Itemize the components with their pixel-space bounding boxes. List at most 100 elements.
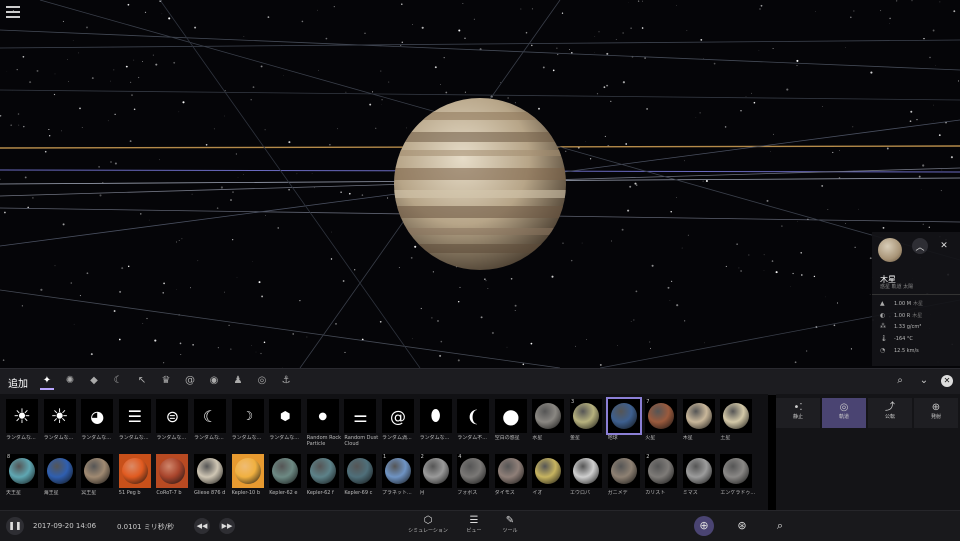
object-subtitle: 惑星 軌道 太陽 (880, 283, 913, 290)
chevron-up-icon[interactable]: ︿ (912, 238, 928, 254)
rewind-button[interactable]: ◀◀ (194, 518, 210, 534)
object-tile[interactable]: 51 Peg b (119, 454, 151, 498)
people-icon[interactable]: ♟ (231, 374, 245, 388)
tab-tools[interactable]: ✎ツール (490, 515, 530, 534)
stat-density[interactable]: ⁂1.33 g/cm³ (880, 324, 921, 330)
blob-icon: ⬮ (431, 406, 441, 426)
tile-thumbnail: 2 (420, 454, 452, 488)
object-tile[interactable]: Kepler-62 f (307, 454, 339, 498)
object-tile[interactable]: ●Random Rock Particle (307, 399, 339, 443)
jupiter-planet[interactable] (390, 98, 570, 270)
sparkle-icon[interactable]: ✦ (40, 374, 54, 390)
object-tile[interactable]: ダイモス (495, 454, 527, 498)
object-tile[interactable]: Kepler-62 e (269, 454, 301, 498)
galaxy-icon[interactable]: @ (183, 374, 197, 388)
object-tile[interactable]: Gliese 876 d (194, 454, 226, 498)
wand-icon[interactable]: ↖ (135, 374, 149, 388)
object-tile[interactable]: イオ (532, 454, 564, 498)
close-panel-icon[interactable]: ✕ (941, 375, 953, 387)
target-icon[interactable]: ◎ (255, 374, 269, 388)
search-icon[interactable]: ⌕ (893, 374, 907, 388)
tile-thumbnail: ⊜ (156, 399, 188, 433)
tile-thumbnail: ⬢ (269, 399, 301, 433)
object-tile[interactable]: ❨ランダム不... (457, 399, 489, 443)
object-tile[interactable]: ☾ランダムな... (194, 399, 226, 443)
tile-thumbnail (495, 454, 527, 488)
space-viewport[interactable] (0, 0, 960, 368)
object-tile[interactable]: 3金星 (570, 399, 602, 443)
object-tile[interactable]: ⚌Random Dust Cloud (344, 399, 376, 443)
close-icon[interactable]: ✕ (936, 238, 952, 254)
tile-thumbnail (570, 454, 602, 488)
planet-icon (611, 458, 637, 484)
object-tile[interactable]: ●空白の惑星 (495, 399, 527, 443)
object-tile[interactable]: ⊜ランダムな... (156, 399, 188, 443)
moon-icon[interactable]: ☾ (111, 374, 125, 388)
dot-icon: ● (318, 411, 327, 422)
mode-launch[interactable]: ⊕発射 (914, 398, 958, 428)
object-tile[interactable]: 海王星 (44, 454, 76, 498)
jupiter-thumbnail[interactable] (878, 238, 902, 262)
object-tile[interactable]: ☀ランダムな... (44, 399, 76, 443)
tile-label: イオ (532, 490, 568, 496)
object-tile[interactable]: 8天王星 (6, 454, 38, 498)
focus-icon[interactable]: ⊛ (732, 516, 752, 536)
object-tile[interactable]: エンケラドゥ... (720, 454, 752, 498)
object-tile[interactable]: 2カリスト (645, 454, 677, 498)
hamburger-menu-icon[interactable] (6, 6, 20, 18)
fast-forward-button[interactable]: ▶▶ (219, 518, 235, 534)
tile-thumbnail: 8 (6, 454, 38, 488)
stat-temperature[interactable]: 🌡-164 °C (880, 336, 913, 342)
object-tile[interactable]: ⬮ランダムな... (420, 399, 452, 443)
planet-icon (460, 458, 486, 484)
object-tile[interactable]: ☀ランダムな... (6, 399, 38, 443)
sim-speed[interactable]: 0.0101 ミリ秒/秒 (117, 522, 174, 532)
search-icon[interactable]: ⌕ (770, 516, 790, 536)
object-tile[interactable]: エウロパ (570, 454, 602, 498)
object-tile[interactable]: 1プラネット... (382, 454, 414, 498)
density-icon: ⁂ (880, 324, 886, 330)
star-icon[interactable]: ✺ (63, 374, 77, 388)
tile-thumbnail (683, 454, 715, 488)
object-tile[interactable]: 7火星 (645, 399, 677, 443)
object-tile[interactable]: ガニメデ (608, 454, 640, 498)
mode-revolve[interactable]: ⤴公転 (868, 398, 912, 428)
stat-mass[interactable]: ▲1.00 M木星 (880, 300, 923, 307)
tab-view[interactable]: ☰ビュー (454, 515, 494, 534)
tile-thumbnail (269, 454, 301, 488)
object-tile[interactable]: 4フォボス (457, 454, 489, 498)
anchor-icon[interactable]: ⚓ (279, 374, 293, 388)
object-tile[interactable]: ⬢ランダムな... (269, 399, 301, 443)
tile-thumbnail (532, 399, 564, 433)
add-object-icon[interactable]: ⊕ (694, 516, 714, 536)
tile-label: 51 Peg b (119, 490, 155, 496)
mode-static[interactable]: •⁚静止 (776, 398, 820, 428)
object-tile[interactable]: 2月 (420, 454, 452, 498)
object-tile[interactable]: 冥王星 (81, 454, 113, 498)
object-tile[interactable]: 木星 (683, 399, 715, 443)
stat-radius[interactable]: ◐1.00 R木星 (880, 312, 922, 319)
object-tile[interactable]: Kepler-10 b (232, 454, 264, 498)
stat-velocity[interactable]: ◔12.5 km/s (880, 348, 919, 354)
planet-icon (723, 458, 749, 484)
mode-orbit[interactable]: ◎軌道 (822, 398, 866, 428)
object-tile[interactable]: 地球 (608, 399, 640, 443)
tile-thumbnail (683, 399, 715, 433)
eye-icon[interactable]: ◉ (207, 374, 221, 388)
object-tile[interactable]: ◕ランダムな... (81, 399, 113, 443)
object-tile[interactable]: Kepler-69 c (344, 454, 376, 498)
object-tile[interactable]: ☰ランダムな... (119, 399, 151, 443)
tile-thumbnail (194, 454, 226, 488)
ship-icon[interactable]: ♛ (159, 374, 173, 388)
pause-button[interactable]: ❚❚ (6, 517, 24, 535)
object-tile[interactable]: 土星 (720, 399, 752, 443)
chevron-down-icon[interactable]: ⌄ (917, 374, 931, 388)
object-tile[interactable]: CoRoT-7 b (156, 454, 188, 498)
object-tile[interactable]: 水星 (532, 399, 564, 443)
object-tile[interactable]: @ランダム渦... (382, 399, 414, 443)
bird-icon[interactable]: ◆ (87, 374, 101, 388)
tab-simulation[interactable]: ⬡シミュレーション (408, 515, 448, 534)
object-tile[interactable]: ☽ランダムな... (232, 399, 264, 443)
planet-icon (535, 403, 561, 429)
object-tile[interactable]: ミマス (683, 454, 715, 498)
